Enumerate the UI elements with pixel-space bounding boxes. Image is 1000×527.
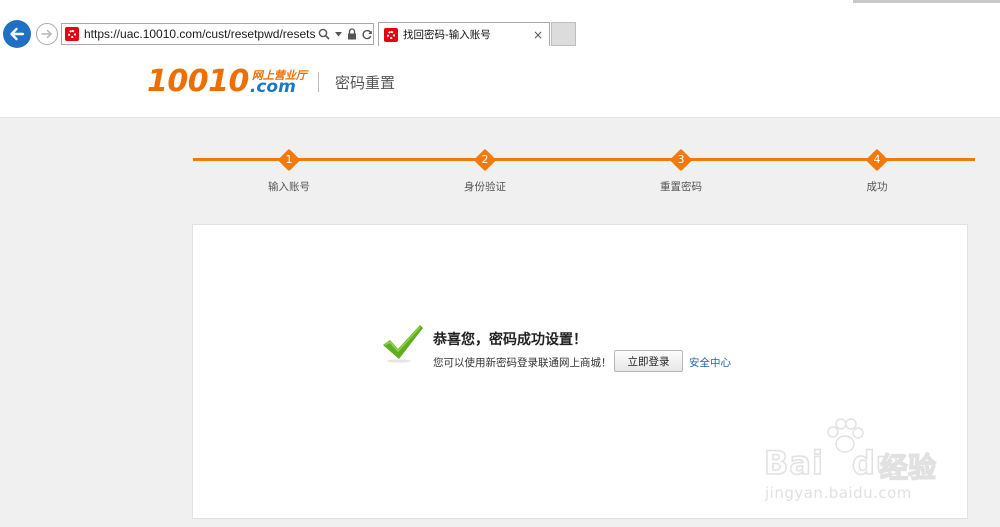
success-message: 您可以使用新密码登录联通网上商城！ [433, 357, 612, 369]
login-now-button[interactable]: 立即登录 [614, 350, 683, 372]
logo-number: 10010 [147, 64, 249, 99]
back-button[interactable] [3, 20, 31, 48]
header-divider [318, 72, 319, 92]
checkmark-icon [383, 325, 423, 363]
lock-icon[interactable] [347, 28, 357, 40]
logo-text-com: .com [249, 77, 296, 97]
step-number: 1 [285, 153, 293, 166]
baidu-jingyan-watermark: Bai du 经验 jingyan.baidu.com [762, 418, 962, 508]
watermark-url: jingyan.baidu.com [765, 484, 912, 502]
back-arrow-icon [10, 27, 25, 41]
step-marker-2: 2 [473, 148, 497, 172]
step-number: 3 [677, 153, 685, 166]
logo-side: 网上营业厅 .com [249, 67, 329, 97]
forward-arrow-icon [41, 29, 52, 39]
chevron-down-icon[interactable] [335, 31, 342, 37]
step-marker-1: 1 [277, 148, 301, 172]
site-header: 10010 网上营业厅 .com 密码重置 [0, 50, 1000, 118]
watermark-brand-a: Bai [763, 443, 824, 483]
url-text[interactable]: https://uac.10010.com/cust/resetpwd/rese… [84, 27, 315, 41]
tab-title: 找回密码-输入账号 [403, 29, 491, 41]
step-progress-line [193, 158, 975, 161]
step-marker-3: 3 [669, 148, 693, 172]
browser-tab[interactable]: 找回密码-输入账号 × [378, 22, 550, 46]
step-number: 4 [873, 153, 881, 166]
progress-steps: 1 输入账号 2 身份验证 3 重置密码 4 成功 [193, 140, 975, 200]
security-center-link[interactable]: 安全中心 [689, 355, 731, 370]
search-icon[interactable] [318, 28, 330, 40]
new-tab-button[interactable] [551, 22, 576, 46]
watermark-jingyan: 经验 [879, 450, 937, 484]
unicom-favicon-icon [65, 27, 79, 41]
browser-toolbar: https://uac.10010.com/cust/resetpwd/rese… [0, 0, 1000, 50]
tab-close-icon[interactable]: × [533, 28, 543, 42]
step-label-1: 输入账号 [268, 181, 310, 193]
success-title: 恭喜您，密码成功设置！ [433, 332, 587, 348]
address-bar-actions [318, 28, 373, 40]
window-edge [853, 0, 1000, 3]
tab-favicon-icon [384, 27, 398, 42]
step-label-4: 成功 [866, 181, 888, 193]
refresh-icon[interactable] [362, 29, 373, 40]
forward-button[interactable] [36, 23, 58, 45]
step-number: 2 [481, 153, 489, 166]
step-label-3: 重置密码 [660, 181, 702, 193]
address-bar[interactable]: https://uac.10010.com/cust/resetpwd/rese… [61, 23, 374, 45]
step-label-2: 身份验证 [464, 181, 506, 193]
step-marker-4: 4 [865, 148, 889, 172]
unicom-logo[interactable]: 10010 网上营业厅 .com [147, 64, 329, 99]
page-title: 密码重置 [335, 74, 396, 92]
